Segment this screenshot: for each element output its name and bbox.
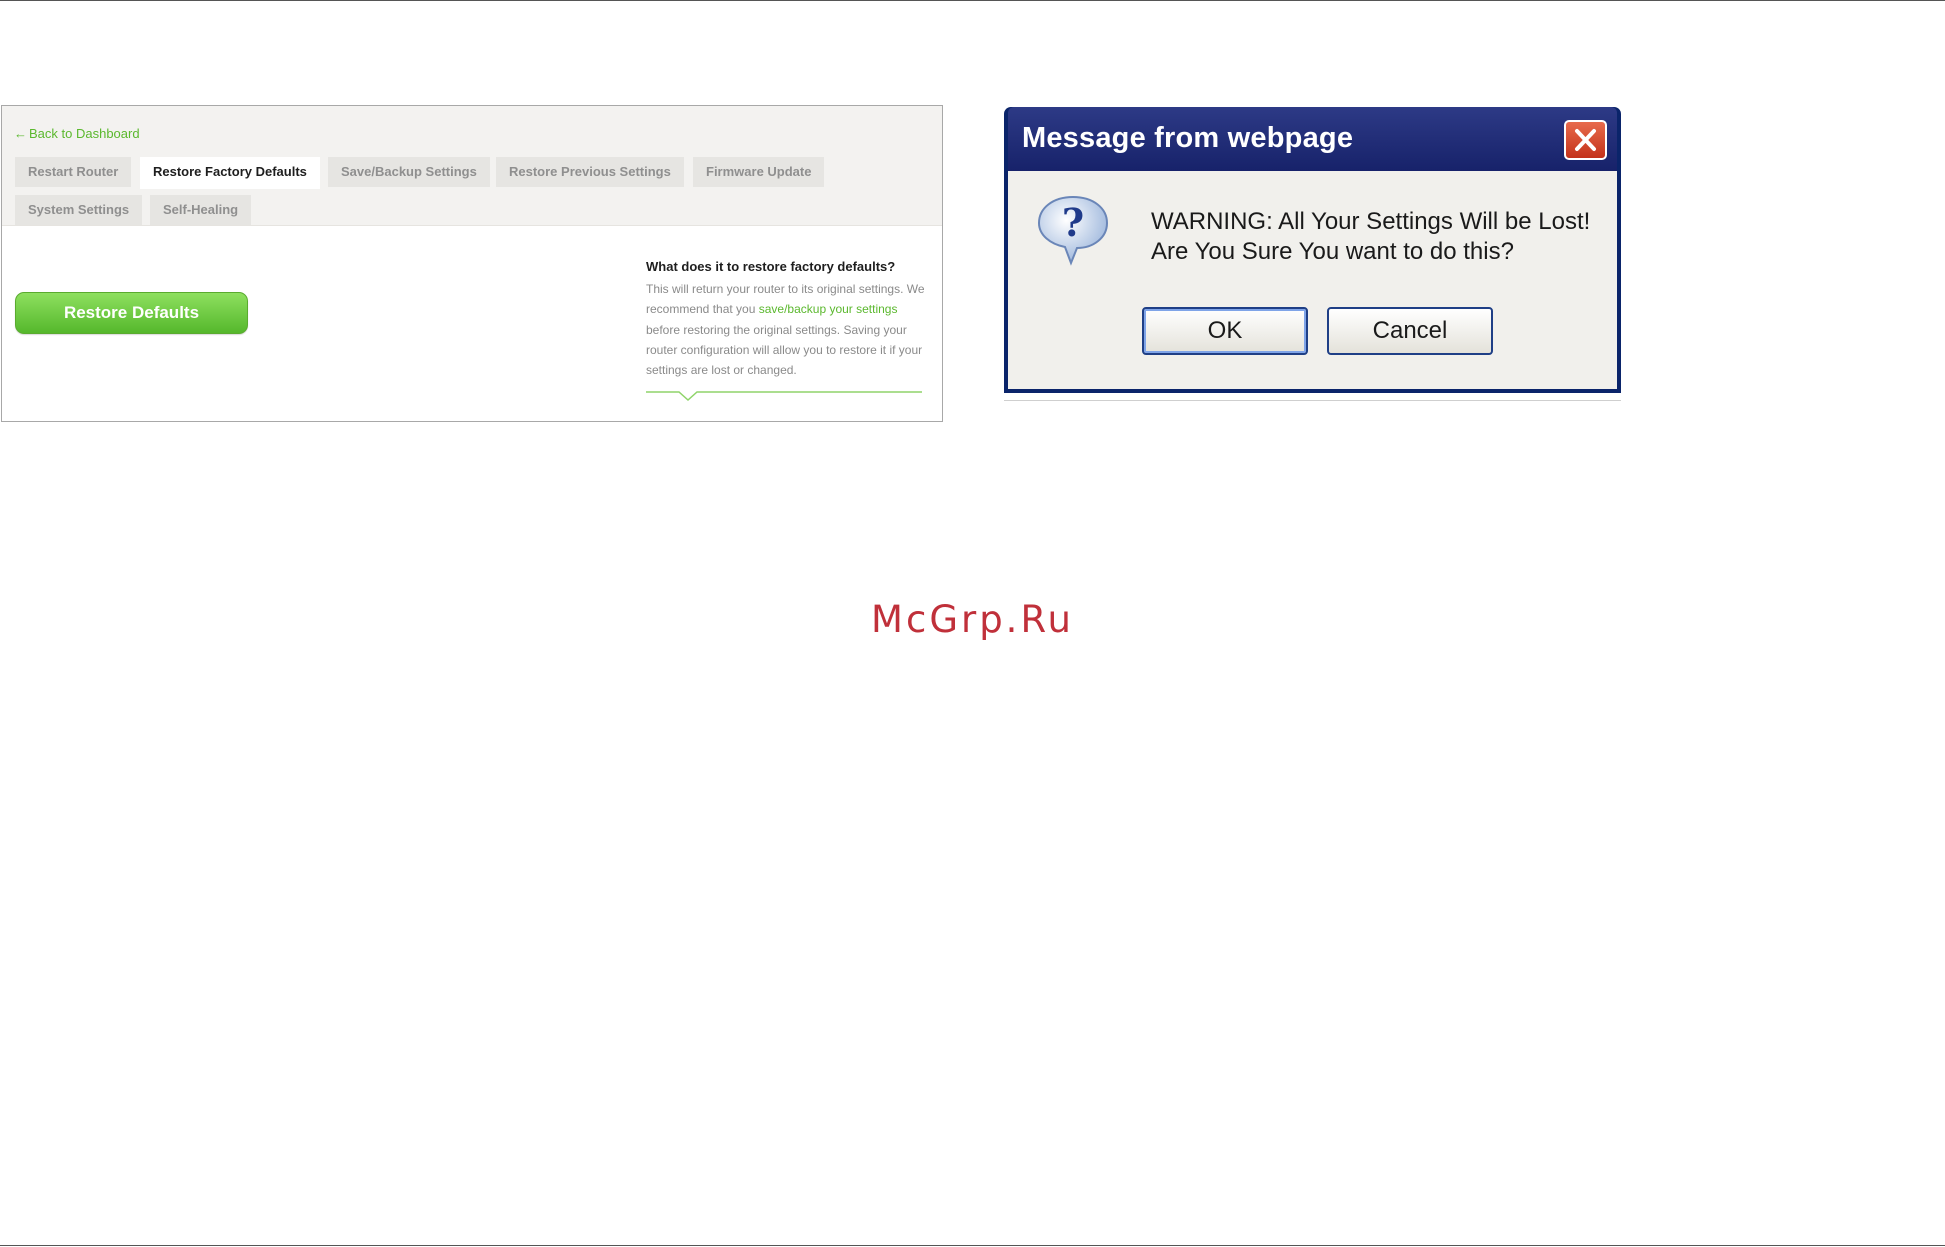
save-backup-settings-link[interactable]: save/backup your settings — [759, 302, 898, 316]
help-text: This will return your router to its orig… — [646, 279, 928, 380]
help-title: What does it to restore factory defaults… — [646, 259, 896, 274]
help-box: What does it to restore factory defaults… — [646, 258, 928, 380]
router-settings-panel: ← Back to Dashboard Restart Router Restor… — [1, 105, 943, 422]
close-icon — [1575, 129, 1596, 151]
router-header: ← Back to Dashboard Restart Router Restor… — [2, 106, 942, 226]
confirm-dialog: Message from webpage ? WARNING: All Your… — [1004, 107, 1621, 393]
question-icon: ? — [1037, 195, 1109, 266]
tab-restart-router[interactable]: Restart Router — [15, 157, 132, 187]
tab-save-backup-settings[interactable]: Save/Backup Settings — [328, 157, 490, 187]
dialog-underline — [1004, 400, 1621, 401]
tab-self-healing[interactable]: Self-Healing — [150, 195, 252, 225]
top-rule — [0, 0, 1945, 1]
dialog-titlebar[interactable]: Message from webpage — [1008, 107, 1617, 171]
watermark-text: McGrp.Ru — [871, 598, 1074, 641]
dialog-message-line-1: WARNING: All Your Settings Will be Lost! — [1151, 208, 1591, 235]
back-link-label: Back to Dashboard — [29, 126, 140, 141]
dialog-title: Message from webpage — [1022, 122, 1354, 154]
tab-restore-factory-defaults[interactable]: Restore Factory Defaults — [140, 157, 320, 189]
back-to-dashboard-link[interactable]: ← Back to Dashboard — [14, 126, 140, 141]
help-text-part-2: before restoring the original settings. … — [646, 322, 923, 378]
help-divider — [646, 391, 922, 402]
tab-restore-previous-settings[interactable]: Restore Previous Settings — [496, 157, 684, 187]
bottom-rule — [0, 1245, 1945, 1246]
ok-button[interactable]: OK — [1142, 307, 1308, 355]
dialog-message: WARNING: All Your Settings Will be Lost!… — [1151, 207, 1590, 267]
dialog-close-button[interactable] — [1564, 120, 1607, 160]
cancel-button[interactable]: Cancel — [1327, 307, 1493, 355]
tab-firmware-update[interactable]: Firmware Update — [693, 157, 825, 187]
restore-defaults-button[interactable]: Restore Defaults — [15, 292, 248, 334]
back-arrow-icon: ← — [14, 126, 27, 141]
tab-system-settings[interactable]: System Settings — [15, 195, 143, 225]
svg-text:?: ? — [1062, 200, 1084, 245]
dialog-message-line-2: Are You Sure You want to do this? — [1151, 238, 1514, 265]
dialog-body: ? WARNING: All Your Settings Will be Los… — [1008, 171, 1617, 389]
